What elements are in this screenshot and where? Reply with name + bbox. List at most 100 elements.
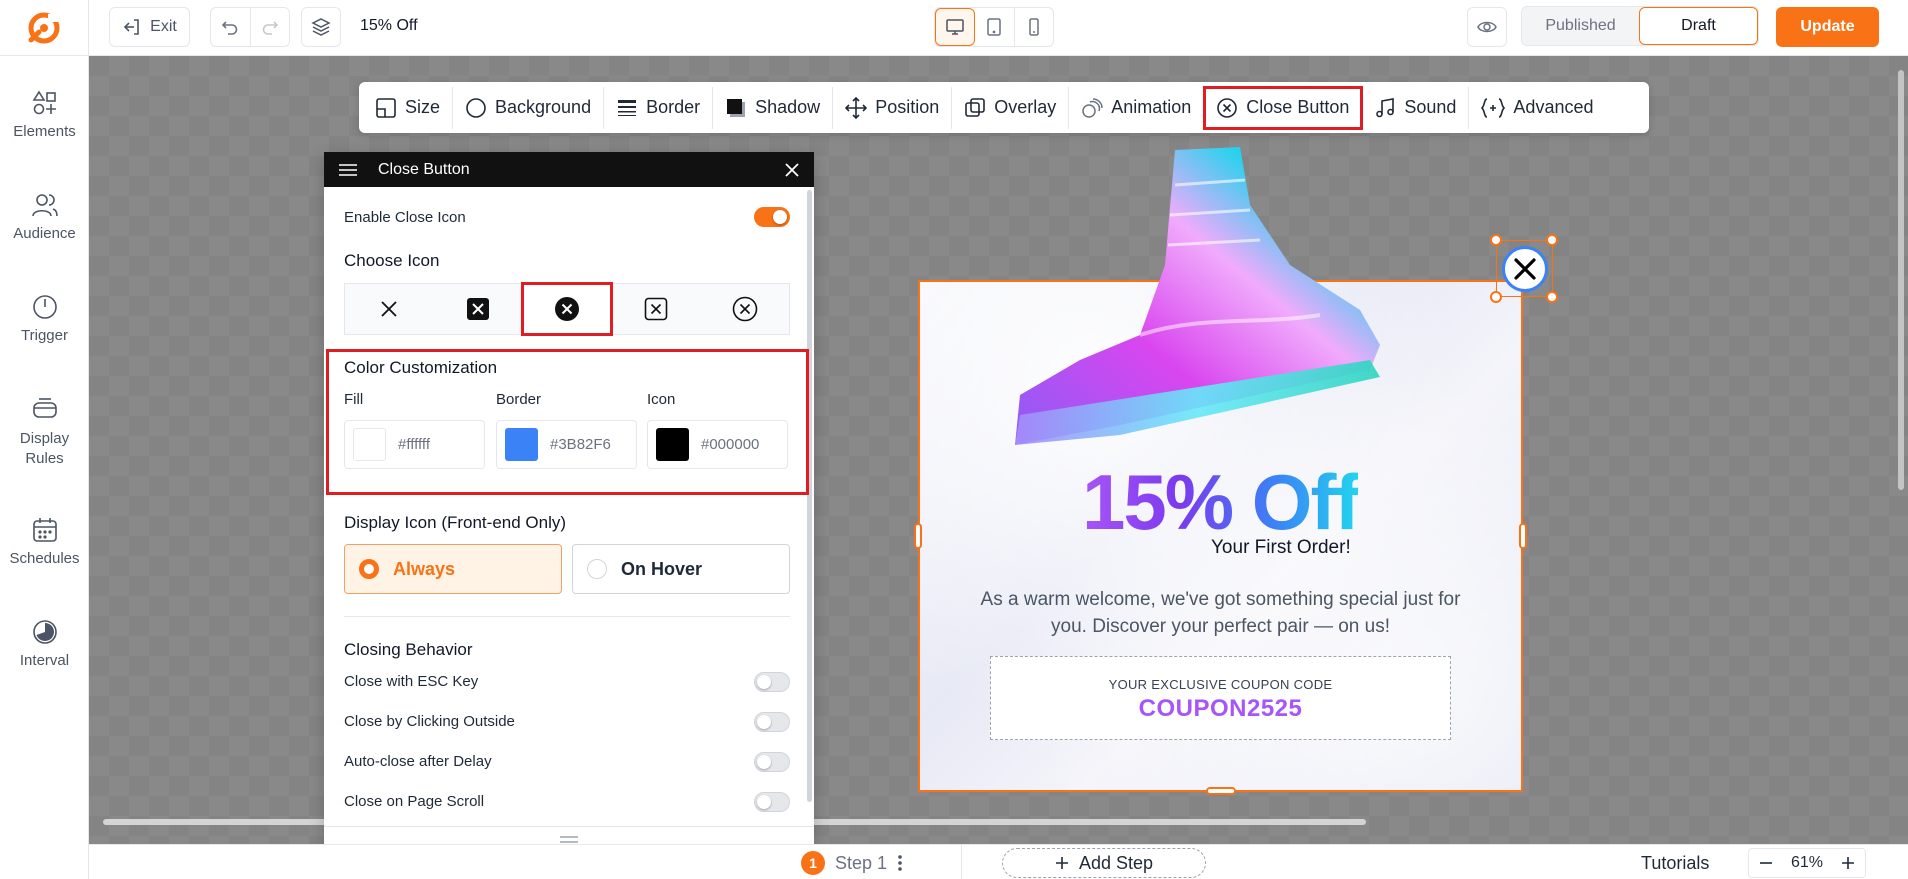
auto-close-label: Auto-close after Delay (344, 753, 492, 770)
display-on-hover-label: On Hover (621, 558, 703, 579)
choose-icon-title: Choose Icon (344, 251, 440, 270)
sidebar-item-trigger[interactable]: Trigger (0, 293, 89, 344)
display-on-hover-option[interactable]: On Hover (572, 544, 790, 594)
toolbar-advanced[interactable]: Advanced (1469, 87, 1605, 129)
size-icon (376, 97, 396, 118)
sidebar-item-elements[interactable]: Elements (0, 89, 89, 140)
toolbar-background[interactable]: Background (453, 86, 605, 129)
close-icon[interactable] (784, 162, 800, 178)
toolbar-shadow[interactable]: Shadow (713, 86, 834, 129)
vertical-scrollbar[interactable] (1898, 70, 1904, 490)
icon-option-x-square-outline[interactable] (611, 284, 700, 334)
add-step-button[interactable]: Add Step (1002, 848, 1206, 878)
position-icon (845, 96, 868, 119)
toolbar-label: Close Button (1246, 97, 1350, 117)
close-outside-toggle[interactable] (754, 712, 790, 732)
coupon-box[interactable]: YOUR EXCLUSIVE COUPON CODE COUPON2525 (990, 656, 1451, 740)
enable-close-icon-toggle[interactable] (754, 207, 790, 227)
zoom-out-icon[interactable] (1759, 856, 1773, 870)
selection-handle-bottom-right[interactable] (1546, 291, 1558, 303)
icon-option-x-circle-outline[interactable] (700, 284, 789, 334)
toolbar-sound[interactable]: Sound (1362, 86, 1470, 129)
layers-button[interactable] (301, 7, 341, 47)
redo-icon (262, 21, 278, 35)
app-logo-icon[interactable] (22, 10, 66, 46)
close-esc-toggle[interactable] (754, 672, 790, 692)
sidebar-item-display-rules[interactable]: Display Rules (0, 395, 89, 469)
popup-headline: 15% Off (1082, 458, 1360, 546)
icon-option-x-circle-filled[interactable] (520, 282, 614, 336)
overlay-icon (965, 97, 986, 117)
step-tab[interactable]: 1 Step 1 (801, 851, 903, 875)
sidebar-item-interval[interactable]: Interval (0, 618, 89, 669)
selection-handle-top-right[interactable] (1546, 234, 1558, 246)
zoom-control: 61% (1748, 848, 1866, 878)
icon-color-field[interactable]: #000000 (647, 420, 788, 469)
more-vertical-icon[interactable] (897, 854, 903, 872)
layers-icon (311, 18, 331, 36)
panel-header[interactable]: Close Button (324, 152, 814, 187)
border-color-field[interactable]: #3B82F6 (496, 420, 637, 469)
bottom-bar: 1 Step 1 Add Step Tutorials 61% (89, 844, 1908, 879)
icon-color-label: Icon (647, 391, 676, 408)
preview-button[interactable] (1467, 7, 1507, 47)
panel-scrollbar[interactable] (807, 190, 812, 802)
tutorials-link[interactable]: Tutorials (1641, 853, 1709, 874)
radio-always[interactable] (359, 559, 379, 579)
mobile-view-button[interactable] (1015, 8, 1053, 46)
border-color-label: Border (496, 391, 542, 408)
sidebar-item-label: Trigger (21, 327, 68, 344)
undo-button[interactable] (211, 8, 251, 46)
interval-icon (32, 620, 57, 644)
exit-button[interactable]: Exit (109, 7, 190, 47)
add-step-label: Add Step (1078, 852, 1154, 873)
selection-handle-bottom-left[interactable] (1490, 291, 1502, 303)
toolbar-close-button[interactable]: Close Button (1203, 85, 1364, 130)
fill-color-field[interactable]: #ffffff (344, 420, 485, 469)
toolbar-size[interactable]: Size (363, 86, 454, 129)
animation-icon (1082, 97, 1103, 118)
sidebar-item-schedules[interactable]: Schedules (0, 516, 89, 567)
sidebar-item-audience[interactable]: Audience (0, 191, 89, 242)
redo-button[interactable] (251, 8, 290, 46)
radio-on-hover[interactable] (587, 559, 607, 579)
drag-handle-icon[interactable] (338, 163, 358, 177)
toolbar-overlay[interactable]: Overlay (952, 86, 1070, 129)
draft-tab[interactable]: Draft (1639, 7, 1758, 45)
selection-handle-top-left[interactable] (1490, 234, 1502, 246)
shadow-icon (727, 98, 746, 117)
x-square-outline-icon (644, 297, 668, 321)
toolbar-label: Background (495, 97, 592, 117)
resize-handle-bottom[interactable] (1206, 787, 1236, 795)
published-tab[interactable]: Published (1522, 7, 1639, 45)
desktop-view-button[interactable] (935, 8, 976, 46)
display-rules-icon (32, 398, 57, 418)
icon-option-x[interactable] (345, 284, 434, 334)
color-customization-title: Color Customization (344, 358, 498, 377)
background-icon (466, 97, 486, 118)
close-scroll-toggle[interactable] (754, 792, 790, 812)
toolbar-border[interactable]: Border (604, 86, 714, 129)
popup-close-button[interactable] (1502, 246, 1548, 292)
zoom-in-icon[interactable] (1841, 856, 1855, 870)
display-always-option[interactable]: Always (344, 544, 562, 594)
icon-color-swatch[interactable] (656, 428, 689, 461)
exit-icon (124, 19, 139, 35)
x-circle-outline-icon (732, 296, 757, 322)
icon-option-x-square-filled[interactable] (434, 284, 523, 334)
publish-status-switch: Published Draft (1521, 6, 1759, 46)
toolbar-label: Animation (1111, 97, 1192, 117)
border-color-swatch[interactable] (505, 428, 538, 461)
resize-handle-left[interactable] (914, 523, 922, 549)
auto-close-toggle[interactable] (754, 752, 790, 772)
x-circle-filled-icon (554, 297, 579, 321)
tablet-view-button[interactable] (975, 8, 1015, 46)
update-button[interactable]: Update (1776, 7, 1879, 47)
element-toolbar: Size Background Border Shadow Position O… (359, 82, 1649, 133)
toolbar-label: Advanced (1513, 97, 1594, 117)
resize-handle-right[interactable] (1519, 523, 1527, 549)
toolbar-position[interactable]: Position (833, 86, 953, 129)
fill-color-swatch[interactable] (353, 428, 386, 461)
toolbar-label: Shadow (755, 97, 821, 117)
toolbar-animation[interactable]: Animation (1069, 86, 1205, 129)
